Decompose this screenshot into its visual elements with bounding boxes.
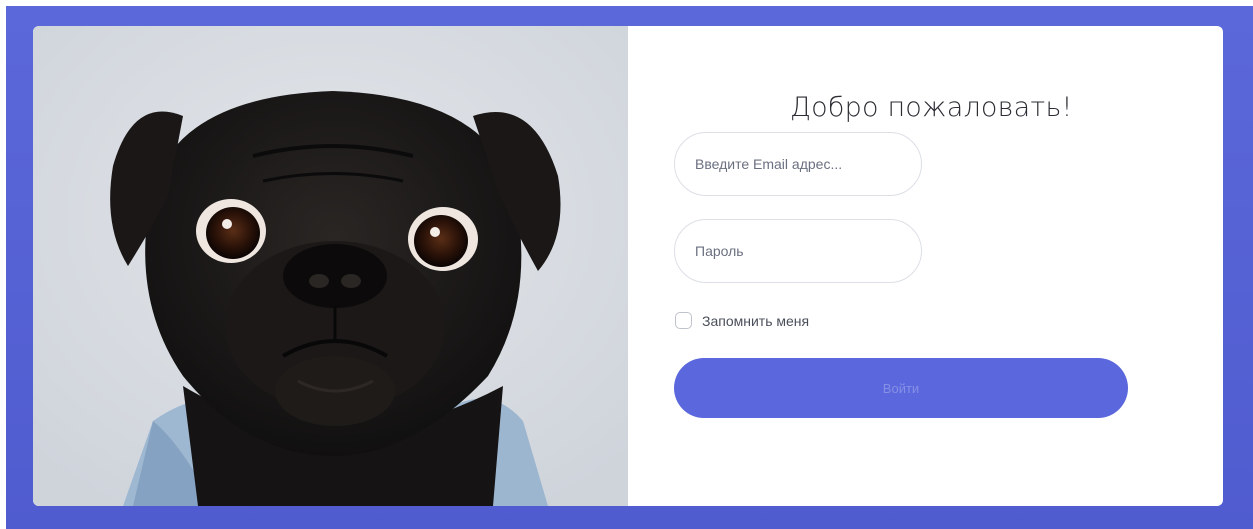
pug-illustration xyxy=(33,26,628,506)
welcome-title: Добро пожаловать! xyxy=(790,92,1073,123)
login-button[interactable]: Войти xyxy=(674,358,1128,418)
pug-photo xyxy=(33,26,628,506)
password-field[interactable] xyxy=(674,219,922,283)
email-field[interactable] xyxy=(674,132,922,196)
remember-me-toggle[interactable]: Запомнить меня xyxy=(675,312,809,329)
remember-me-label: Запомнить меня xyxy=(702,312,810,329)
remember-me-checkbox[interactable] xyxy=(675,312,692,329)
